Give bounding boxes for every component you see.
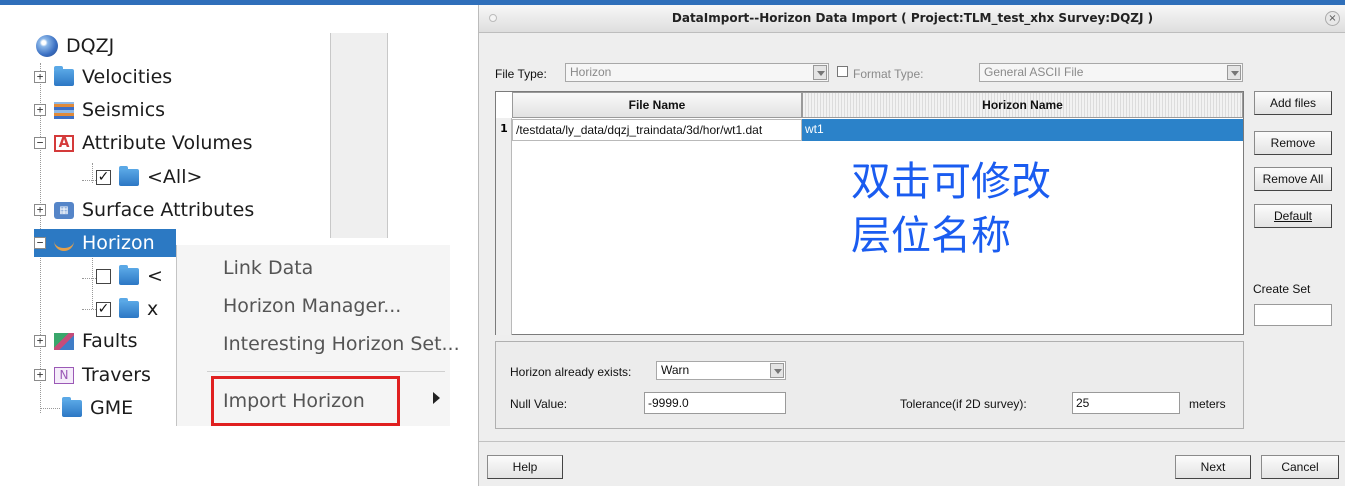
dialog-titlebar[interactable]: DataImport--Horizon Data Import ( Projec… — [479, 5, 1345, 33]
tree-root-label: DQZJ — [66, 35, 115, 57]
tree-item-horizon-x[interactable]: ✓ x — [96, 295, 158, 323]
menu-separator — [207, 371, 445, 372]
folder-icon — [54, 65, 74, 86]
remove-button[interactable]: Remove — [1254, 131, 1332, 155]
tree-scroll-column[interactable] — [330, 33, 388, 238]
null-value-label: Null Value: — [510, 397, 568, 411]
tolerance-input[interactable]: 25 — [1072, 392, 1180, 414]
exists-select[interactable]: Warn — [656, 361, 786, 380]
folder-icon — [119, 264, 139, 285]
table-header: File Name Horizon Name — [496, 92, 1243, 118]
traverse-icon: N — [54, 366, 74, 384]
file-type-label: File Type: — [495, 67, 547, 81]
expand-icon[interactable]: + — [34, 369, 46, 381]
tree-item-velocities[interactable]: + Velocities — [34, 63, 172, 91]
tree-item-traverse[interactable]: + N Travers — [34, 361, 151, 389]
checkbox-checked[interactable]: ✓ — [96, 301, 111, 317]
dropdown-arrow-icon[interactable] — [770, 363, 784, 378]
horizon-icon — [54, 240, 74, 251]
folder-icon — [119, 165, 139, 186]
checkbox-unchecked[interactable] — [96, 268, 111, 284]
submenu-arrow-icon — [433, 392, 440, 404]
tree-item-attribute-volumes[interactable]: − A Attribute Volumes — [34, 129, 253, 157]
dropdown-arrow-icon[interactable] — [813, 65, 827, 80]
survey-globe-icon — [36, 35, 58, 57]
create-set-input[interactable] — [1254, 304, 1332, 326]
attribute-icon: A — [54, 134, 74, 152]
format-type-select[interactable]: General ASCII File — [979, 63, 1243, 82]
tree-item-gme[interactable]: GME — [62, 394, 133, 422]
folder-icon — [119, 297, 139, 318]
next-button[interactable]: Next — [1175, 455, 1251, 479]
cancel-button[interactable]: Cancel — [1261, 455, 1339, 479]
add-files-button[interactable]: Add files — [1254, 91, 1332, 115]
checkbox-checked[interactable]: ✓ — [96, 169, 111, 185]
menu-item-horizon-manager[interactable]: Horizon Manager... — [223, 295, 401, 317]
surface-attribute-icon: ▦ — [54, 201, 74, 219]
row-gutter — [496, 118, 512, 335]
expand-icon[interactable]: + — [34, 104, 46, 116]
collapse-icon[interactable]: − — [34, 237, 46, 249]
horizon-import-dialog: DataImport--Horizon Data Import ( Projec… — [478, 5, 1345, 486]
create-set-label: Create Set — [1253, 282, 1311, 296]
menu-item-link-data[interactable]: Link Data — [223, 257, 313, 279]
tolerance-unit: meters — [1189, 397, 1226, 411]
column-header-file-name[interactable]: File Name — [512, 92, 802, 118]
project-tree: DQZJ + Velocities + Seismics − A Attribu… — [0, 5, 460, 426]
folder-icon — [62, 396, 82, 417]
dialog-title: DataImport--Horizon Data Import ( Projec… — [671, 11, 1154, 25]
file-type-select[interactable]: Horizon — [565, 63, 829, 82]
import-horizon-highlight-box — [211, 376, 400, 426]
table-cell-file-name[interactable]: /testdata/ly_data/dqzj_traindata/3d/hor/… — [512, 119, 802, 141]
expand-icon[interactable]: + — [34, 204, 46, 216]
tree-item-horizon-all[interactable]: < — [96, 262, 163, 290]
bottom-separator — [479, 441, 1345, 442]
tree-item-seismics[interactable]: + Seismics — [34, 96, 165, 124]
close-icon[interactable]: × — [1325, 11, 1340, 26]
tolerance-label: Tolerance(if 2D survey): — [900, 397, 1027, 411]
default-button[interactable]: Default — [1254, 204, 1332, 228]
row-number: 1 — [500, 122, 508, 135]
exists-label: Horizon already exists: — [510, 365, 632, 379]
collapse-icon[interactable]: − — [34, 137, 46, 149]
tree-item-surface-attributes[interactable]: + ▦ Surface Attributes — [34, 196, 254, 224]
seismic-icon — [54, 101, 74, 119]
menu-item-interesting-horizon-set[interactable]: Interesting Horizon Set... — [223, 333, 460, 355]
context-menu: Link Data Horizon Manager... Interesting… — [176, 245, 460, 426]
annotation-text: 双击可修改 层位名称 — [851, 159, 1051, 259]
column-header-horizon-name[interactable]: Horizon Name — [802, 92, 1243, 118]
expand-icon[interactable]: + — [34, 335, 46, 347]
dropdown-arrow-icon[interactable] — [1227, 65, 1241, 80]
tree-item-horizon[interactable]: − Horizon — [34, 229, 176, 257]
expand-icon[interactable]: + — [34, 71, 46, 83]
null-value-input[interactable]: -9999.0 — [644, 392, 786, 414]
options-panel: Horizon already exists: Warn Null Value:… — [495, 341, 1244, 429]
format-type-label: Format Type: — [853, 67, 924, 81]
tree-item-faults[interactable]: + Faults — [34, 327, 138, 355]
faults-icon — [54, 332, 74, 350]
table-cell-horizon-name[interactable]: wt1 — [802, 119, 1243, 141]
format-type-checkbox[interactable] — [837, 66, 848, 77]
tree-item-all[interactable]: ✓ <All> — [96, 163, 202, 191]
tree-root[interactable]: DQZJ — [36, 32, 114, 60]
remove-all-button[interactable]: Remove All — [1254, 167, 1332, 191]
help-button[interactable]: Help — [487, 455, 563, 479]
